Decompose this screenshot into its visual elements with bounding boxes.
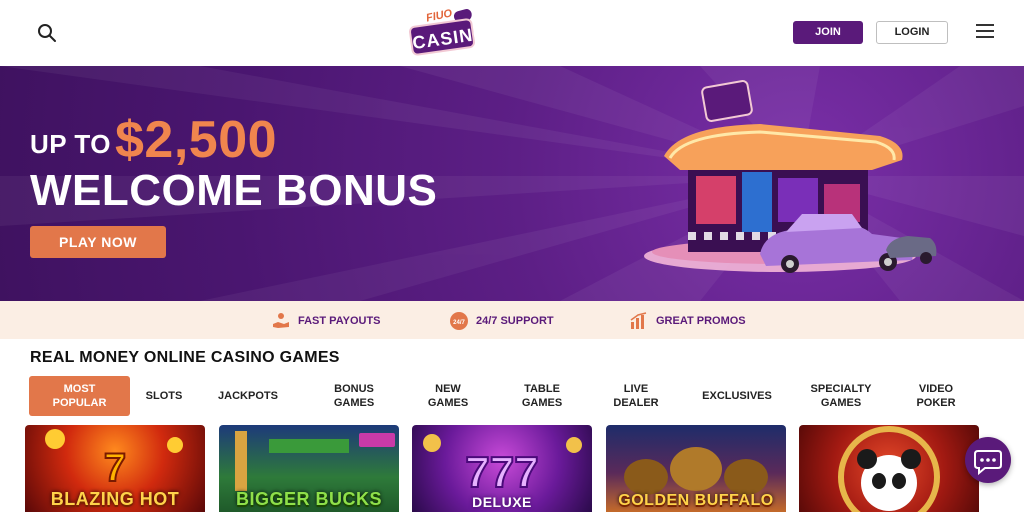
login-button[interactable]: LOGIN (876, 21, 948, 44)
support-24-7-icon: 24/7 (450, 312, 468, 330)
tab-video-poker[interactable]: VIDEO POKER (910, 376, 962, 416)
game-card-title: BIGGER BUCKS (235, 489, 382, 509)
games-section-title: REAL MONEY ONLINE CASINO GAMES (30, 349, 340, 366)
svg-text:777: 777 (465, 448, 538, 497)
tab-bonus-games[interactable]: BONUS GAMES (328, 376, 380, 416)
svg-text:7: 7 (104, 446, 126, 490)
game-card-title: DELUXE (472, 494, 532, 510)
site-logo[interactable]: FIUO CASINO (408, 7, 489, 58)
feature-fast-payouts: FAST PAYOUTS (272, 312, 381, 330)
feature-support: 24/7 24/7 SUPPORT (450, 312, 554, 330)
game-card-art (838, 426, 940, 512)
features-bar: FAST PAYOUTS 24/7 24/7 SUPPORT GREAT PRO… (0, 301, 1024, 339)
tab-specialty-games[interactable]: SPECIALTY GAMES (808, 376, 874, 416)
hero-up-to: UP TO (30, 129, 112, 159)
tab-table-games[interactable]: TABLE GAMES (516, 376, 568, 416)
game-card-title: GOLDEN BUFFALO (618, 492, 774, 509)
feature-label: FAST PAYOUTS (298, 315, 381, 327)
bar-chart-icon (630, 312, 648, 330)
hand-coins-icon (272, 312, 290, 330)
play-now-button[interactable]: PLAY NOW (30, 226, 166, 258)
feature-label: GREAT PROMOS (656, 315, 746, 327)
tab-live-dealer[interactable]: LIVE DEALER (610, 376, 662, 416)
game-cards-row: 7 BLAZING HOT BIGGER BUCKS 777 DELUXE GO… (0, 425, 1024, 512)
tab-new-games[interactable]: NEW GAMES (422, 376, 474, 416)
hero-banner[interactable]: UP TO$2,500 WELCOME BONUS PLAY NOW (0, 66, 1024, 301)
hero-bonus-amount-line: UP TO$2,500 (30, 110, 277, 170)
game-card-title: BLAZING HOT (50, 489, 180, 509)
casino-diner-illustration (644, 80, 937, 273)
join-button[interactable]: JOIN (793, 21, 863, 44)
game-card-golden-buffalo[interactable]: GOLDEN BUFFALO (606, 425, 786, 512)
game-category-tabs: MOST POPULAR SLOTS JACKPOTS BONUS GAMES … (0, 376, 1024, 418)
search-icon[interactable] (36, 22, 58, 44)
game-card-panda[interactable] (799, 425, 979, 512)
svg-text:24/7: 24/7 (453, 320, 465, 326)
tab-slots[interactable]: SLOTS (138, 376, 190, 416)
chat-bubble-icon[interactable] (965, 437, 1011, 483)
game-card-blazing-hot[interactable]: 7 BLAZING HOT (25, 425, 205, 512)
game-card-777-deluxe[interactable]: 777 DELUXE (412, 425, 592, 512)
logo-main-text: CASINO (408, 17, 489, 57)
feature-label: 24/7 SUPPORT (476, 315, 554, 327)
hero-headline: WELCOME BONUS (30, 166, 438, 215)
hamburger-menu-icon[interactable] (976, 24, 994, 40)
feature-great-promos: GREAT PROMOS (630, 312, 746, 330)
tab-exclusives[interactable]: EXCLUSIVES (700, 376, 774, 416)
hero-amount: $2,500 (115, 111, 278, 169)
tab-most-popular[interactable]: MOST POPULAR (29, 376, 130, 416)
game-card-bigger-bucks[interactable]: BIGGER BUCKS (219, 425, 399, 512)
site-header: FIUO CASINO JOIN LOGIN (0, 0, 1024, 66)
tab-jackpots[interactable]: JACKPOTS (218, 376, 278, 416)
